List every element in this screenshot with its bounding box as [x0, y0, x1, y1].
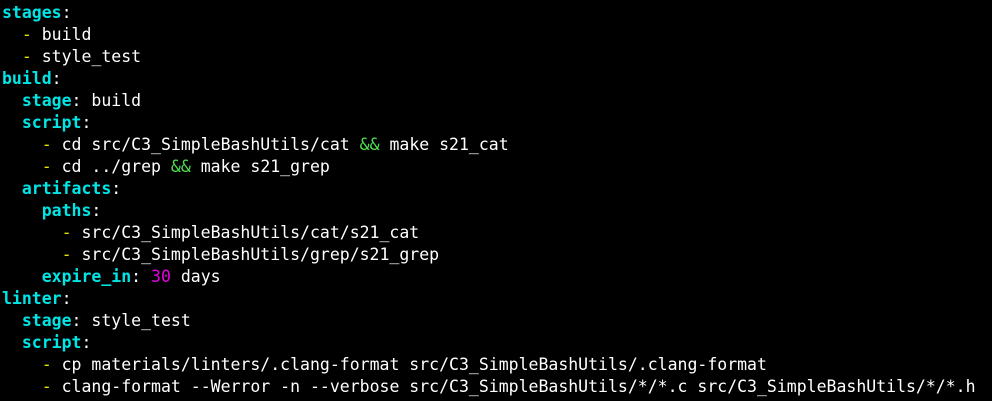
colon-token: : [51, 69, 62, 88]
list-dash: - [41, 135, 52, 154]
yaml-key: script [21, 333, 82, 352]
code-line: - cd src/C3_SimpleBashUtils/cat && make … [2, 134, 992, 156]
text-token: cd ../grep [51, 157, 171, 176]
yaml-key: stage [21, 91, 72, 110]
code-line: paths: [2, 200, 992, 222]
code-line: - style_test [2, 46, 992, 68]
list-dash: - [61, 223, 72, 242]
code-line: script: [2, 332, 992, 354]
text-token: make s21_cat [379, 135, 509, 154]
code-line: build: [2, 68, 992, 90]
list-dash: - [61, 245, 72, 264]
code-line: stage: build [2, 90, 992, 112]
code-line: - build [2, 24, 992, 46]
code-line: - src/C3_SimpleBashUtils/grep/s21_grep [2, 244, 992, 266]
code-line: - cp materials/linters/.clang-format src… [2, 354, 992, 376]
text-token: style_test [31, 47, 142, 66]
list-dash: - [21, 47, 32, 66]
code-line: - src/C3_SimpleBashUtils/cat/s21_cat [2, 222, 992, 244]
list-dash: - [41, 157, 52, 176]
yaml-key: expire_in [41, 267, 132, 286]
text-token: make s21_grep [190, 157, 330, 176]
colon-token: : [131, 267, 142, 286]
code-line: script: [2, 112, 992, 134]
yaml-key: paths [41, 201, 92, 220]
colon-token: : [81, 333, 92, 352]
code-line: artifacts: [2, 178, 992, 200]
code-line: stages: [2, 2, 992, 24]
list-dash: - [41, 377, 52, 396]
yaml-key: linter [2, 289, 62, 308]
yaml-key: stages [2, 3, 62, 22]
terminal-editor[interactable]: stages: - build - style_test build: stage… [0, 0, 992, 401]
number-token: 30 [151, 267, 171, 286]
yaml-key: stage [21, 311, 72, 330]
text-token: build [81, 91, 142, 110]
code-line: - cd ../grep && make s21_grep [2, 156, 992, 178]
code-line: expire_in: 30 days [2, 266, 992, 288]
text-token: days [170, 267, 221, 286]
text-token: style_test [81, 311, 191, 330]
yaml-key: artifacts [21, 179, 112, 198]
list-dash: - [41, 355, 52, 374]
yaml-key: script [21, 113, 82, 132]
code-line: linter: [2, 288, 992, 310]
text-token: cd src/C3_SimpleBashUtils/cat [51, 135, 360, 154]
text-token: clang-format --Werror -n --verbose src/C… [51, 377, 976, 396]
colon-token: : [61, 3, 72, 22]
code-line: - clang-format --Werror -n --verbose src… [2, 376, 992, 398]
colon-token: : [81, 113, 92, 132]
colon-token: : [111, 179, 122, 198]
text-token: src/C3_SimpleBashUtils/cat/s21_cat [71, 223, 420, 242]
colon-token: : [91, 201, 102, 220]
code-line: stage: style_test [2, 310, 992, 332]
yaml-key: build [2, 69, 52, 88]
colon-token: : [71, 311, 82, 330]
text-token: build [31, 25, 92, 44]
list-dash: - [21, 25, 32, 44]
operator-token: && [170, 157, 191, 176]
colon-token: : [71, 91, 82, 110]
text-token: src/C3_SimpleBashUtils/grep/s21_grep [71, 245, 440, 264]
text-token: cp materials/linters/.clang-format src/C… [51, 355, 767, 374]
operator-token: && [359, 135, 380, 154]
colon-token: : [61, 289, 72, 308]
